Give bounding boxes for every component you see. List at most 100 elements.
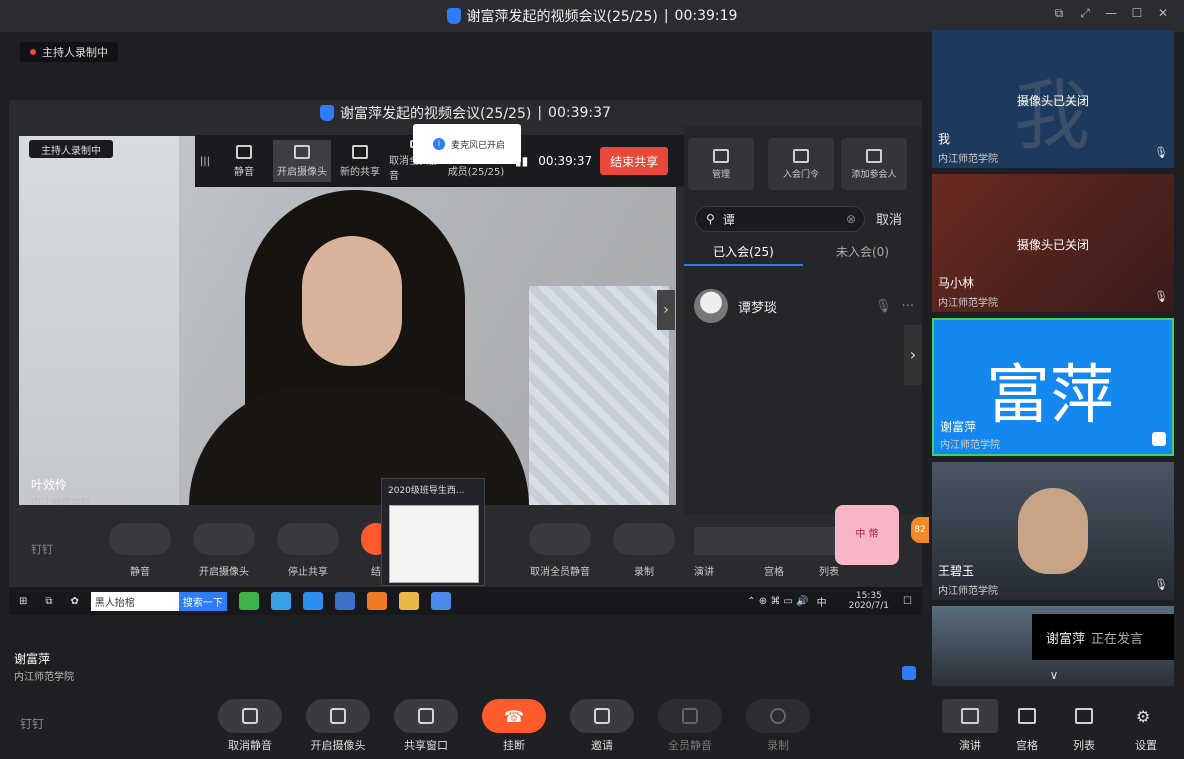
toolbar-timer: 00:39:37 <box>538 154 593 168</box>
tile-school: 内江师范学院 <box>938 298 998 309</box>
new-share-label: 新的共享 <box>340 166 380 178</box>
shared-title-text: 谢富萍发起的视频会议(25/25) <box>340 106 532 122</box>
tab-joined[interactable]: 已入会(25) <box>684 238 803 266</box>
lecture-layout-button[interactable] <box>942 699 998 733</box>
drag-handle-icon[interactable]: ||| <box>195 140 215 182</box>
inner-camera-label: 开启摄像头 <box>199 567 249 578</box>
window-controls: ⧉ ⤢ — ☐ ✕ <box>1052 6 1170 20</box>
end-share-button[interactable]: 结束共享 <box>600 147 669 175</box>
add-user-icon <box>594 708 610 724</box>
next-page-icon[interactable]: › <box>657 290 675 330</box>
inner-mute-button[interactable] <box>109 523 171 555</box>
fan-icon[interactable]: ✿ <box>71 596 79 607</box>
participant-tile[interactable]: 我 摄像头已关闭 我 内江师范学院 🎙 <box>932 30 1174 168</box>
gear-icon[interactable]: ⚙ <box>1136 707 1150 726</box>
inner-camera-button[interactable] <box>193 523 255 555</box>
mic-tip-text: 麦克风已开启 <box>451 140 506 151</box>
add-member-button[interactable]: 添加参会人 <box>841 138 907 190</box>
popout-icon[interactable]: ⧉ <box>1052 6 1066 20</box>
grid-layout-button[interactable] <box>999 699 1055 733</box>
camera-button[interactable]: 开启摄像头 <box>273 140 331 182</box>
camera-on-label: 开启摄像头 <box>310 739 366 752</box>
new-share-button[interactable]: 新的共享 <box>331 140 389 182</box>
mic-muted-icon: 🎙 <box>1154 146 1168 159</box>
notification-badge[interactable]: 82 <box>911 517 929 543</box>
more-icon[interactable]: ··· <box>902 299 914 314</box>
share-window-button[interactable] <box>394 699 458 733</box>
panel-expand-icon[interactable]: › <box>904 325 922 385</box>
participant-tile-active[interactable]: 富萍 谢富萍 内江师范学院 <box>932 318 1174 456</box>
camera-on-button[interactable] <box>306 699 370 733</box>
inner-lecture-label[interactable]: 演讲 <box>679 563 729 578</box>
thumbnail-title: 2020级班导生西... <box>388 486 465 496</box>
member-tabs: 已入会(25) 未入会(0) <box>684 238 922 266</box>
taskbar-search-input[interactable]: 黑人抬棺 <box>90 591 179 611</box>
folder-icon[interactable] <box>398 592 419 610</box>
taskbar-search-button[interactable]: 搜索一下 <box>178 591 227 611</box>
invite-link-button[interactable]: 入会门令 <box>768 138 834 190</box>
inner-record-button[interactable] <box>613 523 675 555</box>
settings-label[interactable]: 设置 <box>1101 737 1184 753</box>
maximize-icon[interactable]: ☐ <box>1130 6 1144 20</box>
stop-share-button[interactable] <box>277 523 339 555</box>
meeting-timer: 00:39:19 <box>674 8 738 24</box>
mute-button[interactable]: 静音 <box>215 140 273 182</box>
minimize-icon[interactable]: — <box>1104 6 1118 20</box>
app-icon-player[interactable] <box>270 592 291 610</box>
participant-face <box>1018 488 1088 574</box>
recording-badge: 主持人录制中 <box>20 42 118 62</box>
ime-indicator[interactable]: 中 <box>817 594 827 609</box>
window-thumbnail[interactable]: 2020级班导生西... <box>381 478 485 586</box>
inner-list-label[interactable]: 列表 <box>804 563 854 578</box>
camera-off-icon <box>330 708 346 724</box>
task-view-icon[interactable]: ⧉ <box>45 596 52 607</box>
chevron-down-icon[interactable]: ∨ <box>1040 668 1068 684</box>
speaking-indicator: 谢富萍 正在发言 <box>1032 614 1174 660</box>
hangup-label: 挂断 <box>503 739 525 752</box>
tile-camera-off: 摄像头已关闭 <box>1016 94 1089 108</box>
recording-dot-icon <box>30 49 36 55</box>
unmute-button[interactable] <box>218 699 282 733</box>
invite-button[interactable] <box>570 699 634 733</box>
list-layout-button[interactable] <box>1056 699 1112 733</box>
participant-tile[interactable]: 王碧玉 内江师范学院 🎙 <box>932 462 1174 600</box>
tab-not-joined[interactable]: 未入会(0) <box>803 238 922 266</box>
search-cancel-button[interactable]: 取消 <box>876 209 902 228</box>
tile-name: 王碧玉 <box>938 564 975 578</box>
record-button[interactable] <box>746 699 810 733</box>
member-search-input[interactable]: ⚲ 谭 ⊗ <box>695 206 865 232</box>
tile-school: 内江师范学院 <box>938 154 998 165</box>
recording-label: 主持人录制中 <box>42 46 108 59</box>
list-layout-icon <box>1075 708 1093 724</box>
lock-icon <box>320 105 335 121</box>
dingtalk-logo: 钉钉 <box>31 543 53 556</box>
tile-name: 谢富萍 <box>940 420 977 434</box>
phone-hangup-icon: ☎ <box>504 706 524 726</box>
add-member-label: 添加参会人 <box>851 169 897 180</box>
windows-start-icon[interactable]: ⊞ <box>19 596 27 607</box>
tile-name: 我 <box>938 132 951 146</box>
participant-tile[interactable]: 摄像头已关闭 马小林 内江师范学院 🎙 <box>932 174 1174 312</box>
list-item[interactable]: 谭梦琰 🎙 ··· <box>694 286 914 326</box>
inner-grid-label[interactable]: 宫格 <box>749 563 799 578</box>
app-icon-dingtalk-2[interactable] <box>334 592 355 610</box>
app-icon-dingtalk[interactable] <box>302 592 323 610</box>
mic-off-icon <box>242 708 258 724</box>
fullscreen-icon[interactable]: ⤢ <box>1078 6 1092 20</box>
mic-on-tooltip: i 麦克风已开启 <box>413 124 521 164</box>
notification-center-icon[interactable]: ☐ <box>903 596 912 607</box>
inner-unmute-all-button[interactable] <box>529 523 591 555</box>
window-title: 谢富萍发起的视频会议(25/25) | 00:39:19 <box>0 0 1184 32</box>
hangup-button[interactable]: ☎ <box>482 699 546 733</box>
clear-icon[interactable]: ⊗ <box>846 212 856 226</box>
close-icon[interactable]: ✕ <box>1156 6 1170 20</box>
shared-timer: 00:39:37 <box>548 105 611 121</box>
unmute-label: 取消静音 <box>228 739 272 752</box>
camera-icon <box>294 144 310 159</box>
app-icon-meeting[interactable] <box>430 592 451 610</box>
manage-button[interactable]: 管理 <box>688 138 754 190</box>
taskbar-time: 15:35 <box>855 591 882 601</box>
app-icon-green[interactable] <box>238 592 259 610</box>
mute-all-button[interactable] <box>658 699 722 733</box>
app-icon-office[interactable] <box>366 592 387 610</box>
